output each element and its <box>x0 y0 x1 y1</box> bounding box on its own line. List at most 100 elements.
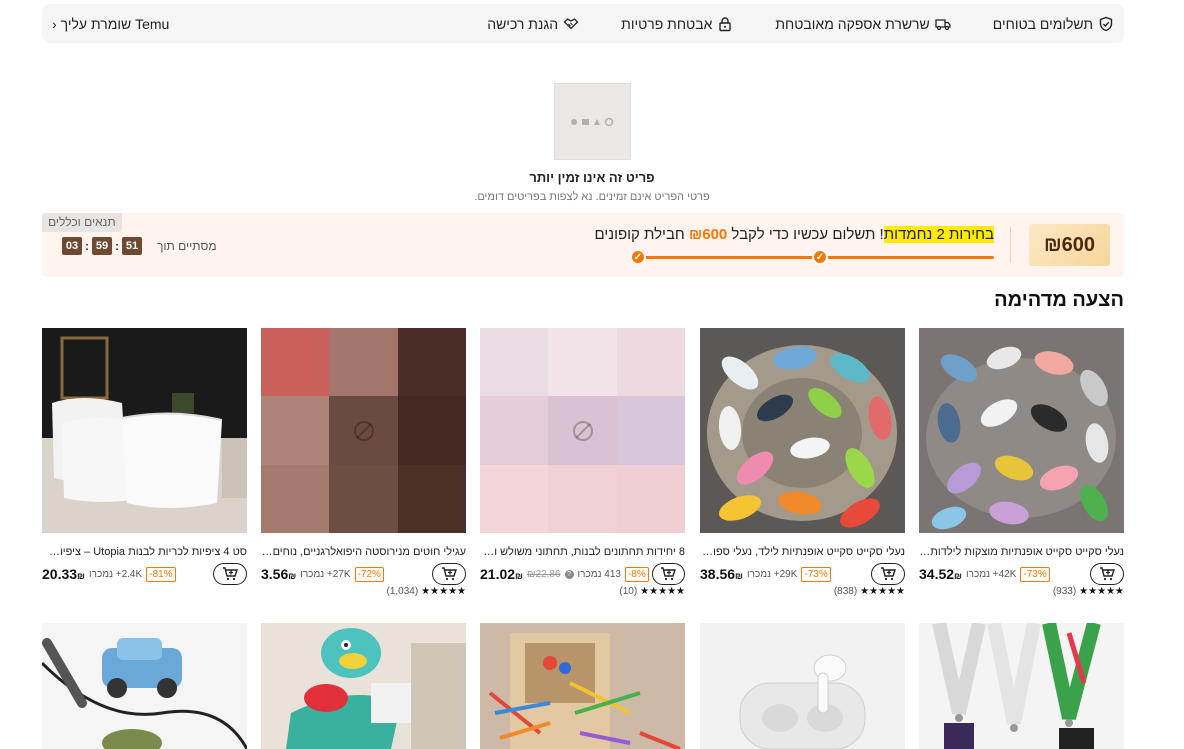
product-price: 3.56₪ <box>261 566 297 582</box>
earbuds-image <box>700 623 905 749</box>
cart-plus-icon <box>223 567 238 581</box>
rating-count: (933) <box>1052 586 1077 597</box>
progress-step-check-icon: ✓ <box>812 249 828 265</box>
sneakers-in-basket-image <box>700 328 905 533</box>
sold-count: 42K+ נמכרו <box>966 568 1017 580</box>
add-to-cart-button[interactable] <box>213 563 247 585</box>
product-image[interactable] <box>42 623 247 749</box>
product-image[interactable] <box>480 328 685 533</box>
product-card[interactable]: סט 4 ציפיות לכריות לבנות Utopia – ציפיות… <box>42 328 247 585</box>
coupon-message-amount: ₪600 <box>688 226 728 243</box>
product-title[interactable]: נעלי סקייט סקייט אופנתיות לילד, נעלי ספו… <box>700 545 905 559</box>
trust-item-privacy[interactable]: אבטחת פרטיות <box>621 16 733 32</box>
product-card[interactable] <box>42 623 247 749</box>
add-to-cart-button[interactable] <box>1090 563 1124 585</box>
product-image[interactable] <box>919 623 1124 749</box>
coupon-message-end: חבילת קופונים <box>594 226 689 243</box>
product-title[interactable]: נעלי סקייט סקייט אופנתיות מוצקות לילדות,… <box>919 545 1124 559</box>
lanyards-image <box>919 623 1124 749</box>
product-image[interactable] <box>700 623 905 749</box>
product-price: 34.52₪ <box>919 566 963 582</box>
cart-plus-icon <box>881 567 896 581</box>
product-price: 38.56₪ <box>700 566 744 582</box>
unavailable-subtitle: פרטי הפריט אינם זמינים. נא לצפות בפריטים… <box>474 191 710 203</box>
product-price: 21.02₪ <box>480 566 524 582</box>
sold-count: 2.4K+ נמכרו <box>89 568 143 580</box>
product-image[interactable] <box>919 328 1124 533</box>
product-image[interactable] <box>261 328 466 533</box>
product-card[interactable] <box>480 623 685 749</box>
coupon-message-mid: ! תשלום עכשיו כדי לקבל <box>727 226 884 243</box>
rating-stars-icon: ★★★★★ <box>860 586 905 597</box>
lock-icon <box>719 16 732 31</box>
trust-item-label: הגנת רכישה <box>487 15 559 32</box>
trust-item-label: תשלומים בטוחים <box>992 15 1093 32</box>
rating: (1,034) ★★★★★ <box>261 586 466 597</box>
product-image[interactable] <box>480 623 685 749</box>
chevron-left-icon: ‹ <box>52 15 57 32</box>
product-card[interactable] <box>261 623 466 749</box>
cart-plus-icon <box>661 567 677 581</box>
rating-count: (838) <box>833 586 858 597</box>
trust-bar: תשלומים בטוחים שרשרת אספקה מאובטחת אבטחת… <box>42 4 1124 43</box>
cart-plus-icon <box>1100 567 1115 581</box>
trust-item-purchase-protection[interactable]: הגנת רכישה <box>487 16 579 32</box>
ends-label: מסתיים תוך <box>157 239 217 253</box>
divider <box>1010 227 1011 263</box>
add-to-cart-button[interactable] <box>432 563 466 585</box>
trust-item-supply-chain[interactable]: שרשרת אספקה מאובטחת <box>775 15 951 32</box>
rating-stars-icon: ★★★★★ <box>1079 586 1124 597</box>
product-card[interactable]: עגילי חוטים מנירוסטה היפואלרגניים, נוחים… <box>261 328 466 597</box>
rating: (933) ★★★★★ <box>919 586 1124 597</box>
timer-hours: 03 <box>62 237 82 255</box>
placeholder-icons-icon <box>571 117 614 126</box>
discount-badge: -8% <box>624 566 649 582</box>
old-price: ₪22.86 <box>527 568 561 580</box>
rating: (838) ★★★★★ <box>700 586 905 597</box>
rating: (10) ★★★★★ <box>480 586 685 597</box>
item-thumbnail <box>553 83 631 160</box>
trust-item-label: שרשרת אספקה מאובטחת <box>775 15 930 32</box>
sold-count: 413 נמכרו <box>577 568 621 580</box>
sold-count: 29K+ נמכרו <box>747 568 798 580</box>
guard-label: Temu שומרת עליך <box>60 15 170 32</box>
product-price: 20.33₪ <box>42 566 86 582</box>
discount-badge: -72% <box>354 566 384 582</box>
timer-minutes: 59 <box>92 237 112 255</box>
product-title[interactable]: סט 4 ציפיות לכריות לבנות Utopia – ציפיות… <box>42 545 247 559</box>
trust-item-label: אבטחת פרטיות <box>621 15 713 32</box>
product-image[interactable] <box>700 328 905 533</box>
trust-item-payments[interactable]: תשלומים בטוחים <box>993 16 1114 32</box>
add-to-cart-button[interactable] <box>651 563 685 585</box>
discount-badge: -81% <box>146 566 176 582</box>
info-icon[interactable]: ? <box>564 569 574 579</box>
product-image[interactable] <box>261 623 466 749</box>
product-title[interactable]: 8 יחידות תחתונים לבנות, תחתוני משולש ורו… <box>480 545 685 559</box>
unavailable-notice: פריט זה אינו זמין יותר פרטי הפריט אינם ז… <box>0 83 1184 203</box>
coupon-amount: ₪600 <box>1029 224 1110 266</box>
sold-count: 27K+ נמכרו <box>300 568 351 580</box>
product-card[interactable]: נעלי סקייט סקייט אופנתיות מוצקות לילדות,… <box>919 328 1124 597</box>
wooden-toy-image <box>480 623 685 749</box>
product-card[interactable]: נעלי סקייט סקייט אופנתיות לילד, נעלי ספו… <box>700 328 905 597</box>
toy-car-pen-image <box>42 623 247 749</box>
image-unavailable-icon <box>572 420 593 441</box>
coupon-message-highlight: בחירות 2 נחמדות <box>883 226 994 243</box>
kids-sneakers-image <box>919 328 1124 533</box>
product-card[interactable] <box>700 623 905 749</box>
coupon-banner[interactable]: ₪600 בחירות 2 נחמדות! תשלום עכשיו כדי לק… <box>42 213 1124 277</box>
shield-check-icon <box>1099 16 1113 31</box>
product-card[interactable]: 8 יחידות תחתונים לבנות, תחתוני משולש ורו… <box>480 328 685 597</box>
progress-step-check-icon: ✓ <box>630 249 646 265</box>
timer-seconds: 51 <box>122 237 142 255</box>
bath-toy-image <box>261 623 466 749</box>
coupon-message: בחירות 2 נחמדות! תשלום עכשיו כדי לקבל ₪6… <box>594 226 994 243</box>
rating-stars-icon: ★★★★★ <box>421 586 466 597</box>
add-to-cart-button[interactable] <box>871 563 905 585</box>
terms-link[interactable]: תנאים וכללים <box>42 213 122 232</box>
product-title[interactable]: עגילי חוטים מנירוסטה היפואלרגניים, נוחים… <box>261 545 466 559</box>
rating-count: (10) <box>619 586 638 597</box>
product-card[interactable] <box>919 623 1124 749</box>
product-image[interactable] <box>42 328 247 533</box>
temu-guard-link[interactable]: Temu שומרת עליך ‹ <box>52 16 169 32</box>
